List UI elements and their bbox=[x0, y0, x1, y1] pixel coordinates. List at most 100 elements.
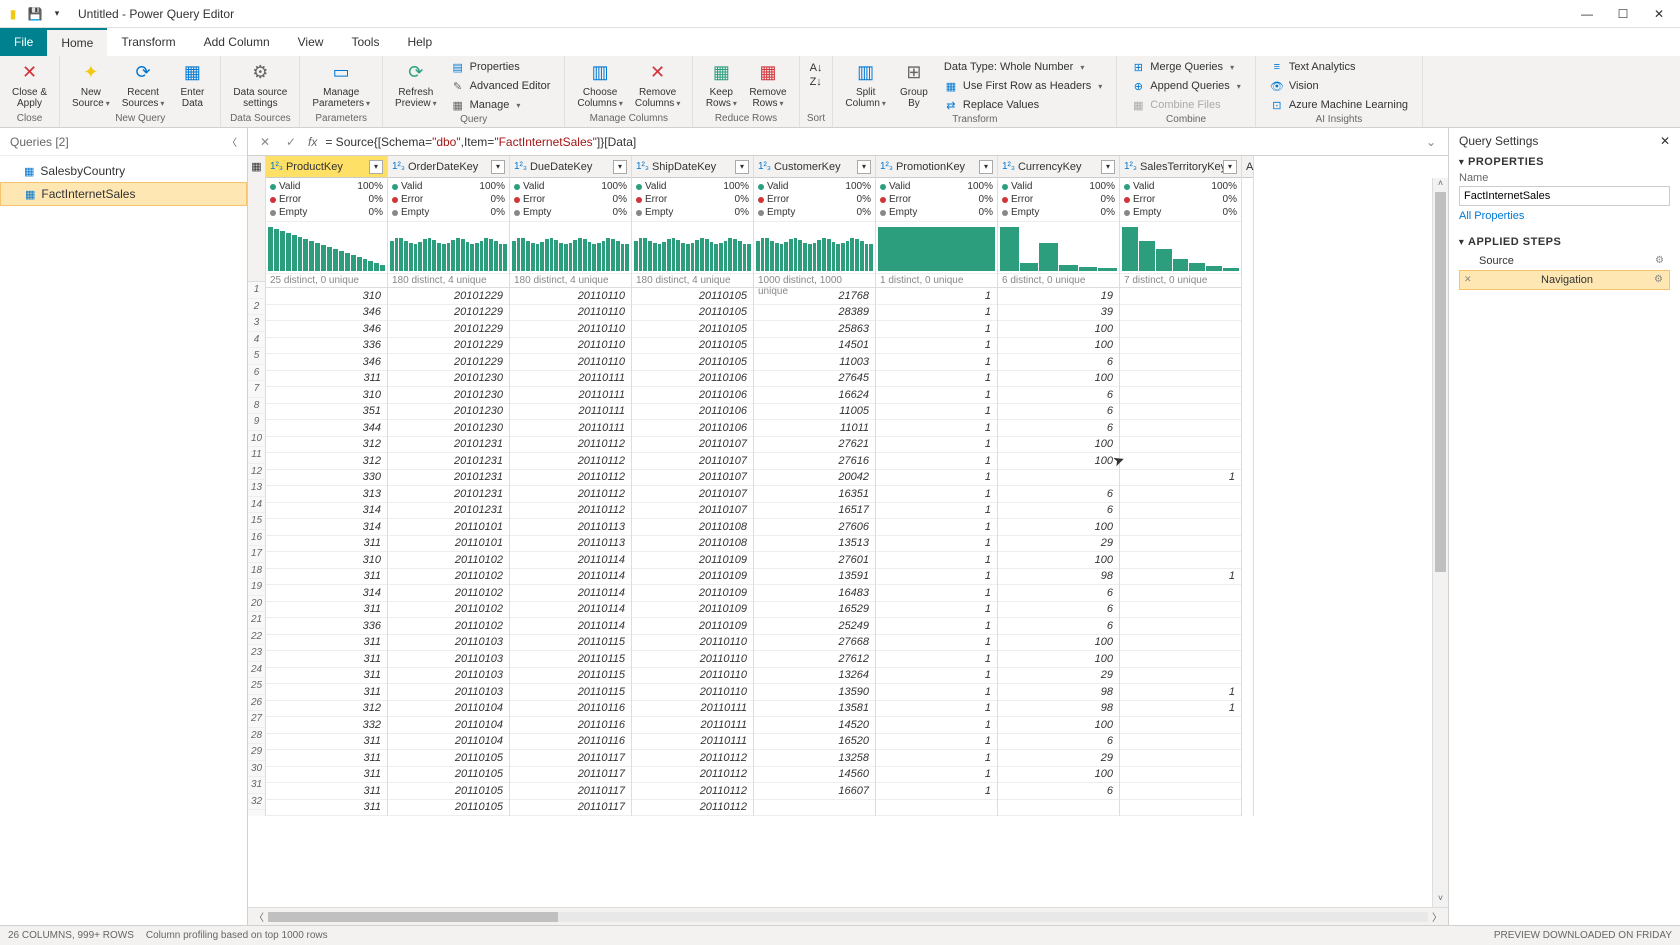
row-number[interactable]: 3 bbox=[248, 315, 265, 332]
data-cell[interactable]: 1 bbox=[876, 519, 997, 536]
row-number[interactable]: 19 bbox=[248, 579, 265, 596]
data-cell[interactable]: 6 bbox=[998, 404, 1119, 421]
data-cell[interactable]: 20110110 bbox=[510, 288, 631, 305]
data-cell[interactable]: 20110104 bbox=[388, 717, 509, 734]
hscroll-right[interactable]: 〉 bbox=[1430, 909, 1444, 924]
applied-steps-section[interactable]: APPLIED STEPS bbox=[1459, 236, 1670, 248]
data-cell[interactable]: 20110110 bbox=[510, 354, 631, 371]
choose-columns-button[interactable]: ▥ChooseColumns bbox=[571, 58, 628, 111]
data-cell[interactable]: 20110112 bbox=[510, 503, 631, 520]
data-cell[interactable]: 16351 bbox=[754, 486, 875, 503]
data-cell[interactable]: 11003 bbox=[754, 354, 875, 371]
data-cell[interactable]: 20101230 bbox=[388, 371, 509, 388]
data-cell[interactable]: 1 bbox=[876, 585, 997, 602]
all-properties-link[interactable]: All Properties bbox=[1459, 210, 1524, 222]
data-cell[interactable]: 20110112 bbox=[510, 437, 631, 454]
data-cell[interactable] bbox=[1120, 519, 1241, 536]
data-cell[interactable]: 20110110 bbox=[632, 651, 753, 668]
data-cell[interactable]: 20110110 bbox=[632, 684, 753, 701]
row-number[interactable]: 7 bbox=[248, 381, 265, 398]
column-header-orderdatekey[interactable]: 1²₃OrderDateKey▾ bbox=[388, 156, 509, 178]
formula-commit-button[interactable]: ✓ bbox=[282, 135, 300, 149]
data-cell[interactable]: 14501 bbox=[754, 338, 875, 355]
data-cell[interactable]: 20101231 bbox=[388, 486, 509, 503]
data-cell[interactable]: 311 bbox=[266, 734, 387, 751]
data-cell[interactable]: 20110110 bbox=[510, 338, 631, 355]
data-cell[interactable]: 20101231 bbox=[388, 437, 509, 454]
tab-tools[interactable]: Tools bbox=[337, 28, 393, 56]
data-cell[interactable] bbox=[1120, 635, 1241, 652]
first-row-headers-button[interactable]: ▦Use First Row as Headers bbox=[940, 77, 1106, 95]
row-number[interactable]: 27 bbox=[248, 711, 265, 728]
data-cell[interactable]: 100 bbox=[998, 767, 1119, 784]
data-cell[interactable] bbox=[1120, 585, 1241, 602]
data-cell[interactable]: 14560 bbox=[754, 767, 875, 784]
vscroll-thumb[interactable] bbox=[1435, 192, 1446, 572]
append-queries-button[interactable]: ⊕Append Queries bbox=[1127, 77, 1245, 95]
data-cell[interactable]: 1 bbox=[1120, 701, 1241, 718]
data-cell[interactable]: 20110111 bbox=[510, 371, 631, 388]
new-source-button[interactable]: ✦NewSource bbox=[66, 58, 116, 111]
remove-rows-button[interactable]: ▦RemoveRows bbox=[743, 58, 792, 111]
advanced-editor-button[interactable]: ✎Advanced Editor bbox=[447, 77, 555, 95]
data-cell[interactable]: 1 bbox=[876, 338, 997, 355]
row-number[interactable]: 5 bbox=[248, 348, 265, 365]
data-cell[interactable]: 1 bbox=[876, 767, 997, 784]
data-cell[interactable]: 100 bbox=[998, 717, 1119, 734]
properties-button[interactable]: ▤Properties bbox=[447, 58, 555, 76]
data-cell[interactable]: 6 bbox=[998, 354, 1119, 371]
data-cell[interactable]: 100 bbox=[998, 437, 1119, 454]
data-cell[interactable]: 1 bbox=[1120, 470, 1241, 487]
filter-dropdown-icon[interactable]: ▾ bbox=[369, 160, 383, 174]
data-cell[interactable]: 20110115 bbox=[510, 635, 631, 652]
formula-expand-button[interactable]: ⌄ bbox=[1422, 135, 1440, 149]
data-cell[interactable]: 20110117 bbox=[510, 783, 631, 800]
vision-button[interactable]: 👁Vision bbox=[1266, 77, 1412, 95]
data-cell[interactable]: 1 bbox=[876, 305, 997, 322]
data-cell[interactable]: 14520 bbox=[754, 717, 875, 734]
data-cell[interactable] bbox=[1120, 651, 1241, 668]
data-cell[interactable]: 312 bbox=[266, 453, 387, 470]
data-cell[interactable]: 11011 bbox=[754, 420, 875, 437]
column-header-partial[interactable]: A bbox=[1242, 156, 1253, 178]
data-cell[interactable]: 311 bbox=[266, 668, 387, 685]
row-number[interactable]: 6 bbox=[248, 365, 265, 382]
row-number[interactable]: 13 bbox=[248, 480, 265, 497]
data-cell[interactable]: 20110109 bbox=[632, 618, 753, 635]
data-cell[interactable]: 311 bbox=[266, 800, 387, 817]
group-by-button[interactable]: ⊞GroupBy bbox=[892, 58, 936, 111]
data-cell[interactable]: 16483 bbox=[754, 585, 875, 602]
data-cell[interactable]: 20101231 bbox=[388, 503, 509, 520]
data-cell[interactable]: 20110109 bbox=[632, 585, 753, 602]
data-cell[interactable]: 1 bbox=[876, 602, 997, 619]
data-cell[interactable]: 27612 bbox=[754, 651, 875, 668]
data-cell[interactable]: 20110107 bbox=[632, 486, 753, 503]
data-cell[interactable]: 16517 bbox=[754, 503, 875, 520]
data-cell[interactable] bbox=[1120, 420, 1241, 437]
data-cell[interactable]: 27601 bbox=[754, 552, 875, 569]
data-cell[interactable]: 1 bbox=[876, 486, 997, 503]
data-cell[interactable]: 27621 bbox=[754, 437, 875, 454]
merge-queries-button[interactable]: ⊞Merge Queries bbox=[1127, 58, 1245, 76]
data-cell[interactable]: 13590 bbox=[754, 684, 875, 701]
data-cell[interactable]: 20101229 bbox=[388, 288, 509, 305]
filter-dropdown-icon[interactable]: ▾ bbox=[857, 160, 871, 174]
tab-add-column[interactable]: Add Column bbox=[190, 28, 284, 56]
data-cell[interactable]: 311 bbox=[266, 371, 387, 388]
replace-values-button[interactable]: ⇄Replace Values bbox=[940, 96, 1106, 114]
data-cell[interactable]: 20110101 bbox=[388, 536, 509, 553]
data-cell[interactable]: 20101230 bbox=[388, 387, 509, 404]
data-cell[interactable]: 314 bbox=[266, 503, 387, 520]
data-cell[interactable]: 27668 bbox=[754, 635, 875, 652]
data-cell[interactable]: 1 bbox=[876, 552, 997, 569]
data-cell[interactable]: 310 bbox=[266, 288, 387, 305]
data-cell[interactable]: 20101231 bbox=[388, 453, 509, 470]
data-cell[interactable]: 1 bbox=[876, 288, 997, 305]
data-cell[interactable]: 311 bbox=[266, 767, 387, 784]
data-cell[interactable]: 1 bbox=[1120, 569, 1241, 586]
row-number[interactable]: 8 bbox=[248, 398, 265, 415]
data-cell[interactable]: 311 bbox=[266, 750, 387, 767]
keep-rows-button[interactable]: ▦KeepRows bbox=[699, 58, 743, 111]
data-cell[interactable]: 346 bbox=[266, 305, 387, 322]
data-cell[interactable] bbox=[1120, 453, 1241, 470]
